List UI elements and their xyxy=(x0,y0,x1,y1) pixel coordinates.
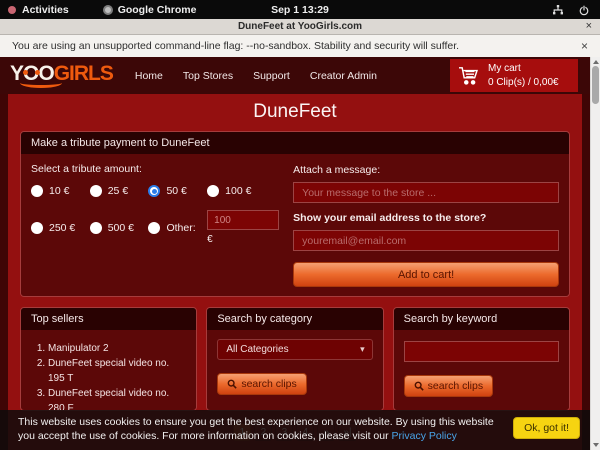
window-title: DuneFeet at YooGirls.com xyxy=(238,21,362,32)
tribute-panel-header: Make a tribute payment to DuneFeet xyxy=(21,132,569,154)
radio-icon xyxy=(31,222,43,234)
seller-item[interactable]: DuneFeet special video no. 280 F xyxy=(48,386,186,411)
amount-options: 10 € 25 € 50 € 100 € xyxy=(31,185,279,245)
radio-icon xyxy=(90,222,102,234)
seller-item[interactable]: Manipulator 2 xyxy=(48,341,186,356)
page-title: DuneFeet xyxy=(8,94,582,129)
radio-icon xyxy=(31,185,43,197)
radio-icon xyxy=(90,185,102,197)
cart-icon xyxy=(458,66,480,86)
window-close-icon[interactable]: × xyxy=(586,20,592,32)
bottom-panels: Top sellers Manipulator 2 DuneFeet speci… xyxy=(20,307,570,411)
active-app-menu[interactable]: Google Chrome xyxy=(103,4,197,16)
chevron-down-icon: ▾ xyxy=(360,344,365,355)
search-keyword-body: search clips xyxy=(394,330,569,410)
privacy-policy-link[interactable]: Privacy Policy xyxy=(392,430,457,442)
currency-label: € xyxy=(207,234,279,245)
network-icon[interactable] xyxy=(552,4,564,16)
search-icon xyxy=(227,379,237,389)
tribute-panel: Make a tribute payment to DuneFeet Selec… xyxy=(20,131,570,297)
nav-item-support[interactable]: Support xyxy=(253,70,290,82)
nav-item-top-stores[interactable]: Top Stores xyxy=(183,70,233,82)
amount-radio-500[interactable]: 500 € xyxy=(90,210,149,245)
cookie-accept-button[interactable]: Ok, got it! xyxy=(513,417,580,439)
keyword-input[interactable] xyxy=(404,341,559,362)
scrollbar-thumb[interactable] xyxy=(592,66,599,104)
cart-title: My cart xyxy=(488,63,521,74)
search-keyword-panel: Search by keyword search clips xyxy=(393,307,570,411)
search-clips-keyword-button[interactable]: search clips xyxy=(404,375,493,397)
cookie-text: This website uses cookies to ensure you … xyxy=(18,415,496,443)
cookie-consent-bar: This website uses cookies to ensure you … xyxy=(0,410,590,450)
radio-icon xyxy=(148,222,160,234)
nav-item-creator-admin[interactable]: Creator Admin xyxy=(310,70,377,82)
category-selected-value: All Categories xyxy=(226,344,288,355)
other-amount-input[interactable] xyxy=(207,210,279,230)
logo-eye-icon xyxy=(23,70,28,75)
radio-checked-icon xyxy=(148,185,160,197)
site-logo[interactable]: YOOGIRLS xyxy=(10,63,113,88)
window-title-bar: DuneFeet at YooGirls.com × xyxy=(0,19,600,35)
amount-radio-other[interactable]: Other: xyxy=(148,210,207,245)
cart-summary: 0 Clip(s) / 0,00€ xyxy=(488,77,559,88)
warning-text: You are using an unsupported command-lin… xyxy=(12,40,459,52)
site-header: YOOGIRLS Home Top Stores Support Creator… xyxy=(0,57,590,94)
search-icon xyxy=(414,381,424,391)
category-select[interactable]: All Categories ▾ xyxy=(217,339,372,360)
search-clips-category-button[interactable]: search clips xyxy=(217,373,306,395)
nav-item-home[interactable]: Home xyxy=(135,70,163,82)
search-category-body: All Categories ▾ search clips xyxy=(207,330,382,410)
other-amount-cell: € xyxy=(207,210,279,245)
top-sellers-panel: Top sellers Manipulator 2 DuneFeet speci… xyxy=(20,307,197,411)
chrome-warning-bar: You are using an unsupported command-lin… xyxy=(0,35,600,57)
scrollbar[interactable] xyxy=(590,57,600,450)
active-app-label: Google Chrome xyxy=(118,4,197,16)
amount-label: Select a tribute amount: xyxy=(31,163,279,175)
top-sellers-list: Manipulator 2 DuneFeet special video no.… xyxy=(31,341,186,411)
amount-radio-50-selected[interactable]: 50 € xyxy=(148,185,207,197)
search-category-header: Search by category xyxy=(207,308,382,330)
tribute-message-section: Attach a message: Show your email addres… xyxy=(293,163,559,287)
amount-radio-25[interactable]: 25 € xyxy=(90,185,149,197)
desktop-top-bar: Activities Google Chrome Sep 1 13:29 xyxy=(0,0,600,19)
search-keyword-header: Search by keyword xyxy=(394,308,569,330)
my-cart-button[interactable]: My cart 0 Clip(s) / 0,00€ xyxy=(450,59,578,92)
add-to-cart-button[interactable]: Add to cart! xyxy=(293,262,559,287)
warning-close-icon[interactable]: × xyxy=(581,39,588,53)
radio-icon xyxy=(207,185,219,197)
main-nav: Home Top Stores Support Creator Admin xyxy=(135,70,377,82)
activities-indicator-icon xyxy=(8,6,16,14)
search-category-panel: Search by category All Categories ▾ sear… xyxy=(206,307,383,411)
logo-eye-icon xyxy=(35,70,40,75)
amount-radio-250[interactable]: 250 € xyxy=(31,210,90,245)
scroll-up-icon[interactable] xyxy=(593,60,599,64)
message-input[interactable] xyxy=(293,182,559,203)
logo-smile-icon xyxy=(20,78,62,88)
tribute-amounts-section: Select a tribute amount: 10 € 25 € 50 xyxy=(31,163,279,287)
browser-viewport: YOOGIRLS Home Top Stores Support Creator… xyxy=(0,57,590,450)
email-input[interactable] xyxy=(293,230,559,251)
scroll-down-icon[interactable] xyxy=(593,443,599,447)
amount-radio-100[interactable]: 100 € xyxy=(207,185,279,197)
tribute-panel-body: Select a tribute amount: 10 € 25 € 50 xyxy=(21,154,569,296)
top-sellers-body: Manipulator 2 DuneFeet special video no.… xyxy=(21,330,196,410)
power-icon[interactable] xyxy=(578,4,590,16)
page-body: DuneFeet Make a tribute payment to DuneF… xyxy=(8,94,582,450)
seller-item[interactable]: DuneFeet special video no. 195 T xyxy=(48,356,186,386)
message-label: Attach a message: xyxy=(293,164,559,176)
email-label: Show your email address to the store? xyxy=(293,212,559,224)
top-sellers-header: Top sellers xyxy=(21,308,196,330)
logo-text-girls: GIRLS xyxy=(54,62,113,85)
activities-button[interactable]: Activities xyxy=(22,4,69,16)
amount-radio-10[interactable]: 10 € xyxy=(31,185,90,197)
chrome-icon xyxy=(103,5,113,15)
